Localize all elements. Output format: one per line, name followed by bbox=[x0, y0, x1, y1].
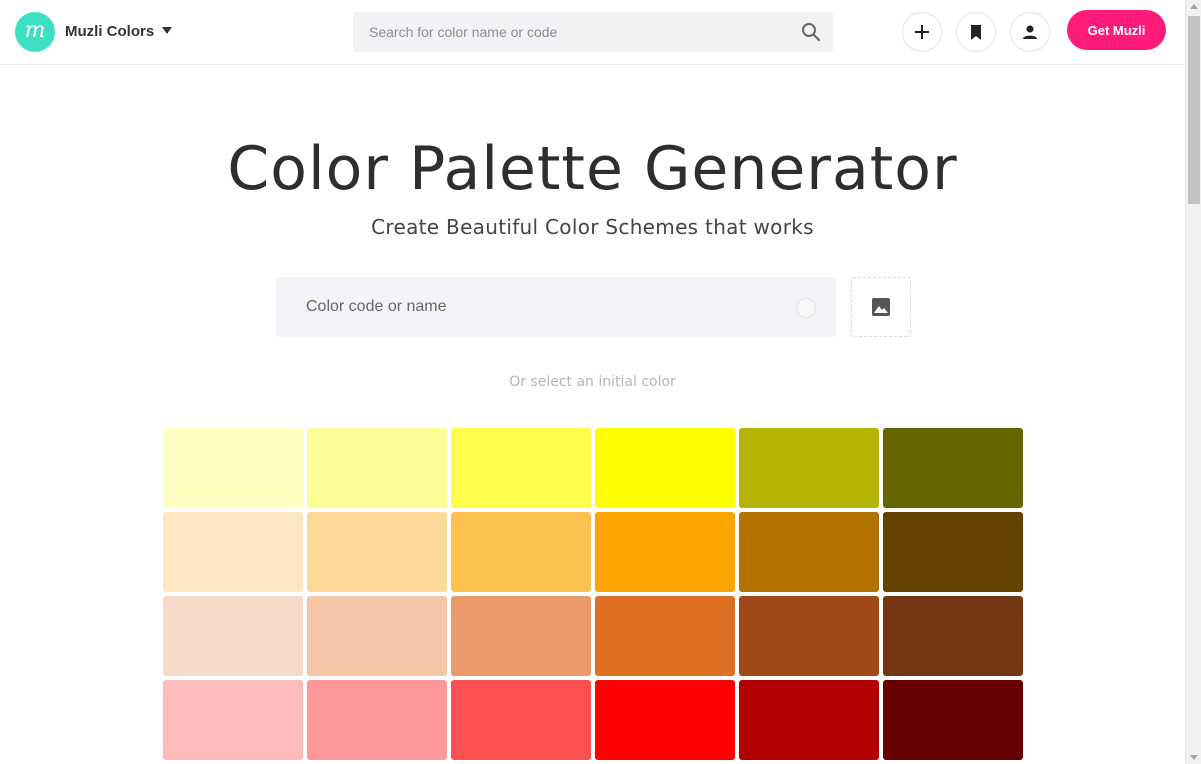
color-swatch[interactable] bbox=[163, 512, 303, 592]
color-swatch[interactable] bbox=[883, 596, 1023, 676]
color-swatch[interactable] bbox=[451, 428, 591, 508]
bookmark-icon bbox=[971, 24, 981, 40]
search-input[interactable] bbox=[353, 12, 793, 52]
image-icon bbox=[872, 298, 890, 316]
logo-letter: m bbox=[24, 18, 46, 43]
color-swatch[interactable] bbox=[883, 680, 1023, 760]
color-swatch[interactable] bbox=[739, 596, 879, 676]
color-swatch[interactable] bbox=[739, 512, 879, 592]
color-preview-dot[interactable] bbox=[796, 298, 816, 318]
search-icon[interactable] bbox=[801, 22, 821, 42]
brand-name[interactable]: Muzli Colors bbox=[65, 23, 154, 40]
color-swatch[interactable] bbox=[595, 596, 735, 676]
color-swatch[interactable] bbox=[307, 596, 447, 676]
color-swatch[interactable] bbox=[163, 596, 303, 676]
color-swatch[interactable] bbox=[307, 512, 447, 592]
color-swatch[interactable] bbox=[307, 428, 447, 508]
initial-color-grid bbox=[163, 428, 1023, 760]
bookmark-button[interactable] bbox=[956, 12, 996, 52]
muzli-logo[interactable]: m bbox=[15, 12, 55, 52]
color-swatch[interactable] bbox=[451, 680, 591, 760]
scroll-down-icon[interactable] bbox=[1190, 755, 1198, 760]
color-swatch[interactable] bbox=[451, 596, 591, 676]
color-swatch[interactable] bbox=[307, 680, 447, 760]
color-swatch[interactable] bbox=[739, 428, 879, 508]
color-code-input[interactable] bbox=[276, 277, 786, 337]
color-swatch[interactable] bbox=[883, 512, 1023, 592]
select-color-hint: Or select an initial color bbox=[509, 374, 676, 390]
scroll-thumb[interactable] bbox=[1188, 16, 1200, 204]
color-swatch[interactable] bbox=[739, 680, 879, 760]
color-swatch[interactable] bbox=[595, 428, 735, 508]
color-swatch[interactable] bbox=[451, 512, 591, 592]
page-subtitle: Create Beautiful Color Schemes that work… bbox=[371, 215, 814, 239]
color-swatch[interactable] bbox=[595, 512, 735, 592]
color-swatch[interactable] bbox=[883, 428, 1023, 508]
top-nav: m Muzli Colors Get Muzli bbox=[0, 0, 1185, 65]
add-button[interactable] bbox=[902, 12, 942, 52]
page-scrollbar[interactable] bbox=[1185, 0, 1201, 764]
page-title: Color Palette Generator bbox=[227, 134, 958, 204]
color-swatch[interactable] bbox=[595, 680, 735, 760]
search-bar bbox=[353, 12, 833, 52]
get-muzli-button[interactable]: Get Muzli bbox=[1067, 10, 1166, 50]
user-icon bbox=[1023, 25, 1037, 39]
color-swatch[interactable] bbox=[163, 428, 303, 508]
account-button[interactable] bbox=[1010, 12, 1050, 52]
color-swatch[interactable] bbox=[163, 680, 303, 760]
plus-icon bbox=[915, 25, 929, 39]
color-input-container bbox=[276, 277, 836, 337]
image-upload-button[interactable] bbox=[851, 277, 911, 337]
caret-down-icon[interactable] bbox=[162, 27, 172, 34]
scroll-up-icon[interactable] bbox=[1190, 4, 1198, 9]
